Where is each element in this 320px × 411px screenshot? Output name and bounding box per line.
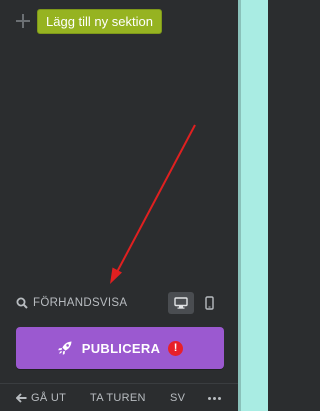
plus-icon[interactable] xyxy=(16,14,30,28)
rocket-icon xyxy=(57,341,72,355)
publish-label: PUBLICERA xyxy=(81,340,161,356)
arrow-left-icon xyxy=(16,392,27,403)
publish-button[interactable]: PUBLICERA ! xyxy=(16,327,224,369)
more-options-icon[interactable] xyxy=(208,397,223,400)
desktop-icon xyxy=(174,297,188,309)
mobile-view-button[interactable] xyxy=(196,292,222,314)
preview-label: FÖRHANDSVISA xyxy=(33,297,128,309)
desktop-view-button[interactable] xyxy=(168,292,194,314)
editor-sidebar: Lägg till ny sektion FÖRHANDSVISA PUBLIC… xyxy=(0,0,238,411)
add-section-button[interactable]: Lägg till ny sektion xyxy=(37,8,162,34)
search-icon xyxy=(16,297,28,309)
page-canvas-edge xyxy=(238,0,268,411)
tour-link[interactable]: TA TUREN xyxy=(90,392,146,404)
language-selector[interactable]: SV xyxy=(170,392,185,404)
mobile-icon xyxy=(204,296,214,310)
add-section-row: Lägg till ny sektion xyxy=(16,8,162,34)
preview-row: FÖRHANDSVISA xyxy=(16,292,222,314)
exit-label: GÅ UT xyxy=(31,391,67,404)
warning-badge: ! xyxy=(168,340,184,356)
device-switcher xyxy=(168,292,222,314)
exit-link[interactable]: GÅ UT xyxy=(16,392,66,404)
footer-bar: GÅ UT TA TUREN SV xyxy=(0,384,238,411)
preview-link[interactable]: FÖRHANDSVISA xyxy=(16,297,127,309)
